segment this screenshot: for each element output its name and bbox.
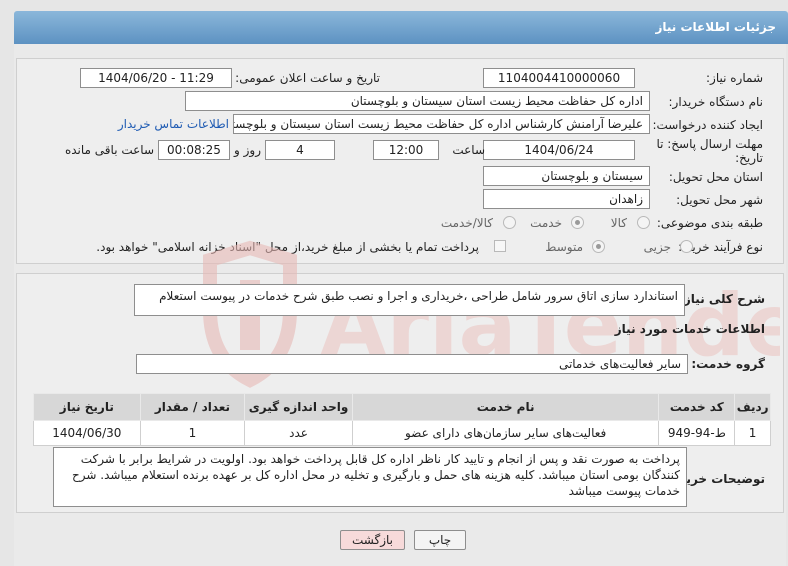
cell-quantity: 1: [139, 420, 246, 446]
process-option-medium: متوسط: [545, 240, 583, 254]
announce-datetime-field[interactable]: 1404/06/20 - 11:29: [80, 68, 232, 88]
process-radio-medium[interactable]: [592, 240, 605, 253]
requester-label: ایجاد کننده درخواست:: [652, 118, 763, 132]
category-radio-service[interactable]: [571, 216, 584, 229]
service-group-label: گروه خدمت:: [691, 357, 765, 371]
cell-need-date: 1404/06/30: [33, 420, 141, 446]
category-option-service: خدمت: [530, 216, 562, 230]
deadline-label-line1: مهلت ارسال پاسخ: تا: [656, 137, 763, 151]
cell-service-name: فعالیت‌های سایر سازمان‌های دارای عضو: [351, 420, 660, 446]
remaining-time-label: ساعت باقی مانده: [64, 143, 154, 157]
general-description-field[interactable]: استاندارد سازی اتاق سرور شامل طراحی ،خری…: [134, 284, 685, 316]
need-info-section: [16, 58, 784, 264]
service-group-field[interactable]: سایر فعالیت‌های خدماتی: [136, 354, 688, 374]
buyer-notes-field[interactable]: پرداخت به صورت نقد و پس از انجام و تایید…: [53, 447, 687, 507]
need-number-field[interactable]: 1104004410000060: [483, 68, 635, 88]
cell-service-code: ط-94-949: [658, 420, 736, 446]
col-row: ردیف: [734, 393, 771, 421]
delivery-province-label: استان محل تحویل:: [668, 170, 763, 184]
remaining-days-field[interactable]: 4: [265, 140, 335, 160]
category-label: طبقه بندی موضوعی:: [656, 216, 763, 230]
col-service-name: نام خدمت: [351, 393, 660, 421]
services-table: ردیف کد خدمت نام خدمت واحد اندازه گیری ت…: [33, 393, 771, 446]
services-table-header: ردیف کد خدمت نام خدمت واحد اندازه گیری ت…: [33, 393, 771, 421]
col-service-code: کد خدمت: [658, 393, 736, 421]
need-number-label: شماره نیاز:: [706, 71, 763, 85]
cell-unit: عدد: [244, 420, 353, 446]
buyer-contact-link[interactable]: اطلاعات تماس خریدار: [118, 117, 229, 131]
back-button[interactable]: بازگشت: [340, 530, 405, 550]
cell-row: 1: [734, 420, 771, 446]
deadline-time-field[interactable]: 12:00: [373, 140, 439, 160]
table-row: 1 ط-94-949 فعالیت‌های سایر سازمان‌های دا…: [33, 420, 771, 446]
category-option-goods: کالا: [610, 216, 627, 230]
col-unit: واحد اندازه گیری: [244, 393, 353, 421]
delivery-province-field[interactable]: سیستان و بلوچستان: [483, 166, 650, 186]
deadline-time-label: ساعت: [452, 143, 485, 157]
buyer-org-label: نام دستگاه خریدار:: [668, 95, 764, 109]
category-radio-goods[interactable]: [637, 216, 650, 229]
announce-datetime-label: تاریخ و ساعت اعلان عمومی:: [235, 71, 380, 85]
print-button[interactable]: چاپ: [414, 530, 466, 550]
process-option-minor: جزیی: [643, 240, 671, 254]
deadline-label-line2: تاریخ:: [735, 151, 763, 165]
services-section-title: اطلاعات خدمات مورد نیاز: [614, 322, 765, 336]
col-quantity: تعداد / مقدار: [139, 393, 246, 421]
window-title-bar: جزئیات اطلاعات نیاز: [14, 11, 788, 44]
requester-field[interactable]: علیرضا آرامنش کارشناس اداره کل حفاظت محی…: [233, 114, 650, 134]
deadline-date-field[interactable]: 1404/06/24: [483, 140, 635, 160]
buyer-org-field[interactable]: اداره کل حفاظت محیط زیست استان سیستان و …: [185, 91, 650, 111]
delivery-city-label: شهر محل تحویل:: [676, 193, 763, 207]
col-need-date: تاریخ نیاز: [33, 393, 141, 421]
category-option-goods-service: کالا/خدمت: [440, 216, 493, 230]
treasury-bonds-checkbox[interactable]: [494, 240, 506, 252]
process-radio-minor[interactable]: [680, 240, 693, 253]
remaining-time-field[interactable]: 00:08:25: [158, 140, 230, 160]
category-radio-goods-service[interactable]: [503, 216, 516, 229]
treasury-bonds-label: پرداخت تمام یا بخشی از مبلغ خرید،از محل …: [96, 240, 479, 254]
remaining-days-label: روز و: [234, 143, 261, 157]
delivery-city-field[interactable]: زاهدان: [483, 189, 650, 209]
window-title: جزئیات اطلاعات نیاز: [655, 20, 776, 34]
general-description-label: شرح کلی نیاز:: [679, 292, 765, 306]
